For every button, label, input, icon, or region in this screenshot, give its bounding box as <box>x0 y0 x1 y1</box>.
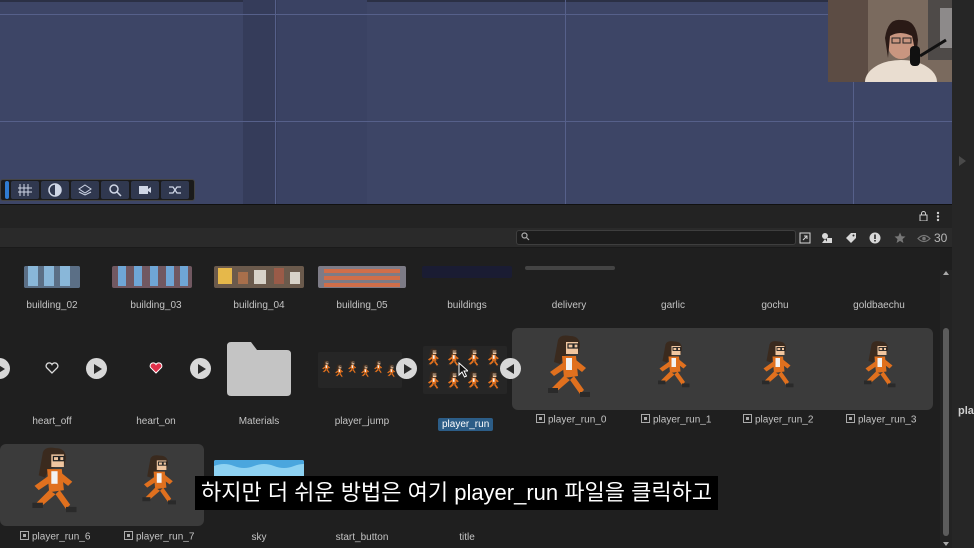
building-thumb[interactable] <box>112 266 192 288</box>
shuffle-icon[interactable] <box>161 181 189 199</box>
asset-label[interactable]: heart_on <box>104 416 208 427</box>
buildings-thumb[interactable] <box>422 266 512 278</box>
scene-top-edge <box>0 0 952 2</box>
asset-label[interactable]: player_run_0 <box>536 414 606 426</box>
asset-label[interactable]: building_05 <box>310 300 414 311</box>
asset-label-text: player_run_0 <box>548 414 607 426</box>
grid-line <box>275 0 276 204</box>
scene-band <box>243 0 277 204</box>
inspector-label: pla <box>958 405 974 417</box>
asset-label[interactable]: building_03 <box>104 300 208 311</box>
play-button[interactable] <box>190 358 211 379</box>
asset-label[interactable]: building_04 <box>207 300 311 311</box>
asset-label[interactable]: buildings <box>415 300 519 311</box>
sprite-icon <box>536 414 545 426</box>
layers-icon[interactable] <box>71 181 99 199</box>
info-icon[interactable] <box>868 231 882 244</box>
folder-icon[interactable] <box>225 340 293 398</box>
heart-off-sprite[interactable] <box>44 361 60 375</box>
sphere-icon[interactable] <box>41 181 69 199</box>
asset-label[interactable]: title <box>415 532 519 543</box>
scene-tools-overlay <box>0 179 195 201</box>
sprite-icon <box>124 531 133 543</box>
asset-label[interactable]: garlic <box>621 300 725 311</box>
sprite-icon <box>743 414 752 426</box>
asset-label-text: player_run_7 <box>136 531 195 543</box>
delivery-thumb[interactable] <box>525 266 615 270</box>
player-run-6-sprite[interactable] <box>24 446 84 527</box>
filter-type-icon[interactable] <box>820 231 834 244</box>
collapse-arrow-icon[interactable] <box>959 156 966 166</box>
asset-label[interactable]: gochu <box>723 300 827 311</box>
asset-label[interactable]: building_02 <box>0 300 104 311</box>
asset-label[interactable]: goldbaechu <box>827 300 931 311</box>
asset-label-selected[interactable]: player_run <box>438 414 494 432</box>
vertical-scrollbar[interactable] <box>940 270 952 548</box>
player-run-1-sprite[interactable] <box>652 340 692 399</box>
player-jump-thumb[interactable] <box>318 352 402 388</box>
asset-label[interactable]: player_run_3 <box>846 414 916 426</box>
asset-label[interactable]: player_run_2 <box>743 414 813 426</box>
player-run-0-sprite[interactable] <box>540 334 600 409</box>
scene-band <box>277 0 367 204</box>
building-thumb[interactable] <box>318 266 406 288</box>
asset-label[interactable]: delivery <box>517 300 621 311</box>
selected-label[interactable]: player_run <box>438 418 494 431</box>
favorite-star-icon[interactable] <box>893 231 907 244</box>
inspector-strip: pla <box>952 0 974 548</box>
grid-icon[interactable] <box>11 181 39 199</box>
asset-label[interactable]: player_jump <box>310 416 414 427</box>
asset-label[interactable]: player_run_1 <box>641 414 711 426</box>
asset-label[interactable]: sky <box>207 532 311 543</box>
player-run-2-sprite[interactable] <box>756 340 796 399</box>
asset-label-text: player_run_1 <box>653 414 712 426</box>
grid-line <box>0 121 952 122</box>
scroll-down-arrow-icon[interactable] <box>943 542 949 546</box>
heart-on-sprite[interactable] <box>148 361 164 375</box>
camera-icon[interactable] <box>131 181 159 199</box>
project-panel-header <box>0 204 952 228</box>
filter-scene-icon[interactable] <box>798 231 812 244</box>
eye-icon <box>917 234 931 242</box>
lock-icon[interactable] <box>919 211 928 224</box>
asset-label[interactable]: player_run_6 <box>20 531 90 543</box>
asset-label[interactable]: heart_off <box>0 416 104 427</box>
play-button[interactable] <box>396 358 417 379</box>
scrollbar-thumb[interactable] <box>943 328 949 536</box>
mouse-cursor-icon <box>458 361 470 383</box>
asset-label-text: player_run_6 <box>32 531 91 543</box>
sprite-icon <box>846 414 855 426</box>
asset-label[interactable]: start_button <box>310 532 414 543</box>
asset-label-text: player_run_2 <box>755 414 814 426</box>
building-thumb[interactable] <box>214 266 304 288</box>
visible-count-value: 30 <box>934 231 948 245</box>
play-button[interactable] <box>0 358 10 379</box>
asset-label[interactable]: player_run_7 <box>124 531 194 543</box>
grid-line <box>565 0 566 204</box>
search-icon[interactable] <box>101 181 129 199</box>
sprite-icon <box>20 531 29 543</box>
search-input[interactable] <box>516 230 796 245</box>
search-icon <box>521 232 530 243</box>
building-thumb[interactable] <box>24 266 80 288</box>
collapse-button[interactable] <box>500 358 521 379</box>
more-options-icon[interactable] <box>936 211 940 225</box>
play-button[interactable] <box>86 358 107 379</box>
asset-label[interactable]: Materials <box>207 416 311 427</box>
label-icon[interactable] <box>844 231 858 244</box>
grid-line <box>0 14 952 15</box>
scene-view[interactable] <box>0 0 952 204</box>
tool-edge <box>5 181 9 199</box>
player-run-3-sprite[interactable] <box>858 340 898 399</box>
asset-label-text: player_run_3 <box>858 414 917 426</box>
scroll-up-arrow-icon[interactable] <box>943 271 949 275</box>
video-subtitle: 하지만 더 쉬운 방법은 여기 player_run 파일을 클릭하고 <box>195 476 719 510</box>
sprite-icon <box>641 414 650 426</box>
visibility-count[interactable]: 30 <box>917 231 947 245</box>
player-run-7-sprite[interactable] <box>136 454 176 519</box>
